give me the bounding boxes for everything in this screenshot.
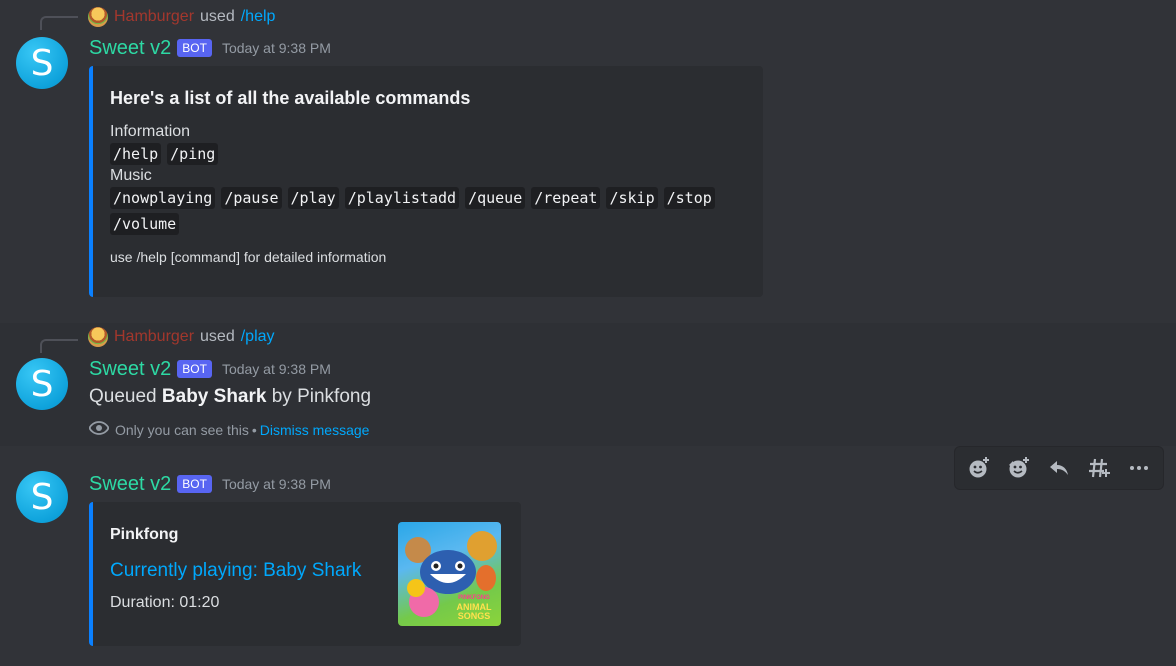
command-code: /skip (606, 187, 658, 209)
reply-icon[interactable] (1043, 452, 1075, 484)
command-code: /volume (110, 213, 180, 235)
reply-used-text: used (200, 328, 235, 345)
chat-messages: Hamburger used /help S Sweet v2 BOT Toda… (0, 0, 1176, 666)
thumbnail-image[interactable]: PINKFONG ANIMAL SONGS (398, 522, 501, 626)
command-code: /play (287, 187, 339, 209)
avatar-letter: S (30, 42, 54, 84)
reply-username[interactable]: Hamburger (114, 8, 194, 26)
reply-used-text: used (200, 8, 235, 25)
command-list: /nowplaying /pause /play /playlistadd /q… (110, 187, 750, 235)
command-list: /help /ping (110, 143, 747, 165)
add-reaction-icon[interactable] (963, 452, 995, 484)
reply-username[interactable]: Hamburger (114, 328, 194, 346)
command-code: /playlistadd (344, 187, 460, 209)
thumbnail-text: SONGS (457, 611, 491, 621)
reply-connector (40, 339, 78, 353)
command-code: /repeat (531, 187, 601, 209)
timestamp[interactable]: Today at 9:38 PM (222, 476, 331, 492)
reply-command[interactable]: /help (241, 8, 276, 26)
section-name: Music (110, 167, 152, 184)
message-help: Hamburger used /help S Sweet v2 BOT Toda… (0, 0, 1176, 322)
song-title: Baby Shark (161, 386, 267, 407)
thumbnail-caption: PINKFONG ANIMAL SONGS (450, 594, 498, 621)
message-header: Sweet v2 BOT Today at 9:38 PM (89, 35, 331, 61)
message-header: Sweet v2 BOT Today at 9:38 PM (89, 356, 331, 382)
message-content: Queued Baby Shark by Pinkfong (89, 386, 371, 408)
ephemeral-separator: • (251, 421, 257, 438)
author-name[interactable]: Sweet v2 (89, 473, 171, 496)
ephemeral-notice: Only you can see this • Dismiss message (88, 421, 370, 438)
reply-connector (40, 16, 78, 30)
commands-embed: Here's a list of all the available comma… (89, 66, 763, 297)
message-actions-toolbar (954, 446, 1164, 490)
create-thread-icon[interactable] (1083, 452, 1115, 484)
more-icon[interactable] (1123, 452, 1155, 484)
author-name[interactable]: Sweet v2 (89, 358, 171, 381)
ephemeral-note: Only you can see this (115, 421, 249, 438)
avatar[interactable]: S (16, 471, 68, 523)
bot-badge: BOT (177, 360, 212, 378)
hamburger-avatar-icon (88, 7, 108, 27)
bot-badge: BOT (177, 475, 212, 493)
command-reference[interactable]: Hamburger used /play (88, 326, 275, 348)
avatar[interactable]: S (16, 37, 68, 89)
add-super-reaction-icon[interactable] (1003, 452, 1035, 484)
author-name[interactable]: Sweet v2 (89, 37, 171, 60)
avatar-letter: S (30, 363, 54, 405)
hamburger-avatar-icon (88, 327, 108, 347)
embed-title: Here's a list of all the available comma… (110, 88, 471, 108)
section-name: Information (110, 123, 191, 140)
message-header: Sweet v2 BOT Today at 9:38 PM (89, 471, 331, 497)
command-code: /nowplaying (110, 187, 216, 209)
message-play: Hamburger used /play S Sweet v2 BOT Toda… (0, 323, 1176, 446)
embed-footer: use /help [command] for detailed informa… (110, 249, 387, 265)
command-reference[interactable]: Hamburger used /help (88, 6, 275, 28)
bot-badge: BOT (177, 39, 212, 57)
timestamp[interactable]: Today at 9:38 PM (222, 361, 331, 377)
artist-name: Pinkfong (297, 386, 372, 407)
now-playing-embed: Pinkfong Currently playing: Baby Shark D… (89, 502, 521, 646)
dismiss-message-link[interactable]: Dismiss message (260, 422, 370, 438)
command-code: /help (110, 143, 162, 165)
reply-command[interactable]: /play (241, 328, 275, 346)
command-code: /stop (663, 187, 715, 209)
eye-icon (88, 421, 110, 438)
content-prefix: Queued (89, 386, 157, 407)
command-code: /ping (167, 143, 219, 165)
timestamp[interactable]: Today at 9:38 PM (222, 40, 331, 56)
message-now-playing: S Sweet v2 BOT Today at 9:38 PM Pinkfong… (0, 466, 1176, 666)
command-code: /queue (465, 187, 526, 209)
content-mid: by (271, 386, 292, 407)
avatar[interactable]: S (16, 358, 68, 410)
command-code: /pause (221, 187, 282, 209)
avatar-letter: S (30, 476, 54, 518)
